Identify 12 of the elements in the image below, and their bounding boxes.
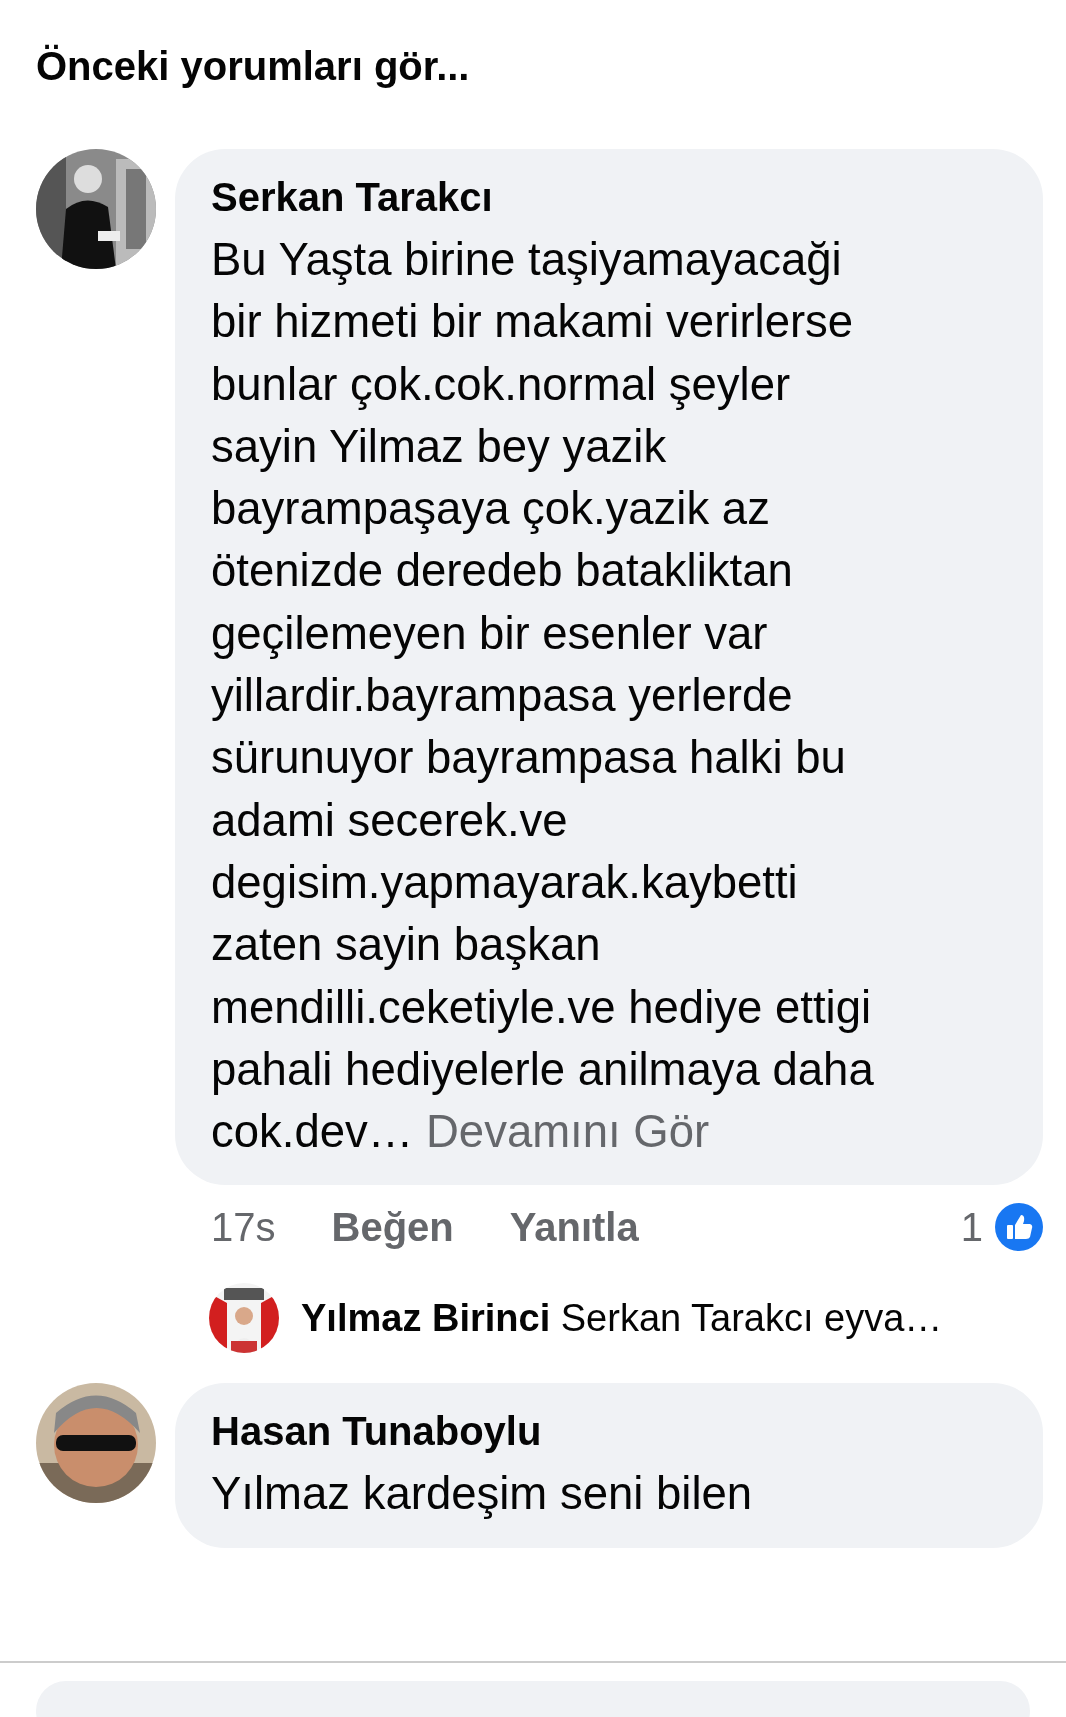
like-link[interactable]: Beğen: [331, 1204, 454, 1250]
thumbs-up-icon: [995, 1203, 1043, 1252]
previous-comments-link[interactable]: Önceki yorumları gör...: [36, 44, 470, 89]
comment-author[interactable]: Hasan Tunaboylu: [211, 1405, 1013, 1458]
reply-link[interactable]: Yanıtla: [509, 1204, 639, 1250]
like-count: 1: [960, 1204, 983, 1250]
reply-preview[interactable]: Yılmaz Birinci Serkan Tarakcı eyva…: [301, 1296, 943, 1340]
comment-text: Yılmaz kardeşim seni bilen: [211, 1467, 754, 1522]
comment-text: Bu Yaşta birine taşiyamayacaği bir hizmeti bir makami verirlerse bunlar çok.cok.normal şeyler sayin Yilmaz bey yazik bayrampaşaya çok.yazik az ötenizde deredeb batakliktan geçilemeyen bir esenler var yillardir.bayrampasa yerlerde sürunuyor bayrampasa halki bu adami secerek.ve degisim.yapmayarak.kaybetti zaten sayin başkan mendilli.ceketiyle.ve hediye ettigi pahali hediyelerle anilmaya daha cok.dev… Devamını Gör: [211, 233, 875, 1160]
comment-author[interactable]: Serkan Tarakcı: [211, 171, 1013, 223]
comment-time: 17s: [211, 1204, 276, 1250]
see-more-link[interactable]: Devamını Gör: [425, 1106, 710, 1158]
